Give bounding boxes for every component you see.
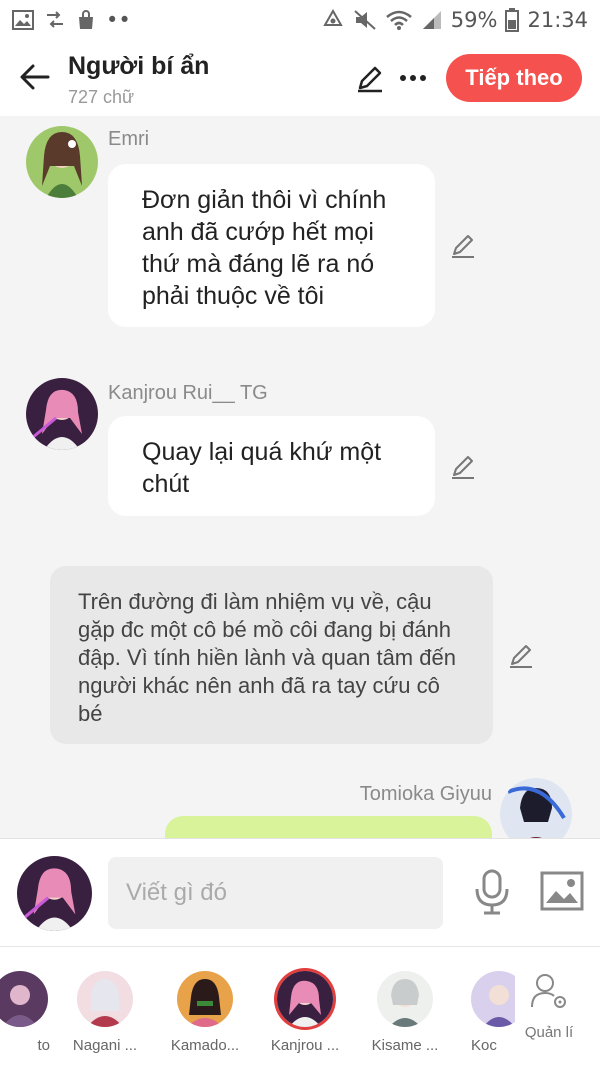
pencil-icon[interactable] — [354, 62, 386, 94]
character-chip-name: Kanjrou ... — [270, 1037, 340, 1054]
recycle-icon — [323, 9, 343, 26]
pencil-icon[interactable] — [448, 230, 478, 260]
character-chip-name: Kisame ... — [371, 1037, 439, 1054]
avatar[interactable] — [26, 126, 98, 198]
character-chip-selected[interactable]: Kanjrou ... — [255, 971, 355, 1054]
character-chip-name: Kamado... — [170, 1037, 240, 1054]
avatar — [471, 971, 515, 1027]
character-name: Emri — [108, 128, 150, 150]
character-chip-name: Koc — [471, 1037, 497, 1054]
avatar — [77, 971, 133, 1027]
character-name: Tomioka Giyuu — [359, 783, 492, 805]
status-dots: •• — [106, 8, 131, 32]
mute-icon — [354, 10, 376, 30]
character-chip[interactable]: Kamado... — [155, 971, 255, 1054]
character-chip-name: Nagani ... — [72, 1037, 138, 1054]
character-chip[interactable]: Nagani ... — [55, 971, 155, 1054]
bag-icon — [79, 10, 93, 29]
avatar — [377, 971, 433, 1027]
character-chip[interactable]: Koc — [455, 971, 515, 1054]
transfer-icon — [47, 11, 63, 28]
mic-icon[interactable] — [472, 869, 512, 915]
clock: 21:34 — [527, 8, 588, 32]
manage-button[interactable]: Quản lí — [514, 971, 584, 1041]
battery-icon — [505, 8, 520, 32]
character-portrait — [500, 778, 572, 838]
next-button[interactable]: Tiếp theo — [446, 54, 582, 102]
wifi-icon — [385, 10, 412, 30]
story-title: Người bí ẩn — [68, 52, 210, 80]
avatar[interactable] — [26, 378, 98, 450]
character-chip[interactable]: Kisame ... — [355, 971, 455, 1054]
gallery-icon[interactable] — [540, 871, 584, 911]
avatar — [0, 971, 48, 1027]
battery-percent: 59% — [450, 8, 498, 32]
message-bubble[interactable]: Quay lại quá khứ một chút — [108, 416, 435, 516]
character-bar: to Nagani ... Kamado... Kanjrou ... Kisa… — [0, 946, 600, 1067]
signal-icon — [422, 11, 441, 29]
message-bubble[interactable]: Đơn giản thôi vì chính anh đã cướp hết m… — [108, 164, 435, 327]
character-portrait — [17, 856, 92, 931]
avatar — [177, 971, 233, 1027]
pencil-icon[interactable] — [506, 640, 536, 670]
avatar[interactable] — [500, 778, 572, 838]
character-name: Kanjrou Rui__ TG — [108, 382, 268, 404]
manage-label: Quản lí — [524, 1024, 574, 1041]
more-icon[interactable] — [398, 68, 428, 88]
narration-block[interactable]: Trên đường đi làm nhiệm vụ về, cậu gặp đ… — [50, 566, 493, 744]
manage-user-icon — [531, 974, 566, 1008]
composer: Viết gì đó — [0, 838, 600, 946]
back-arrow-icon[interactable] — [18, 60, 52, 94]
message-bubble-own[interactable] — [165, 816, 492, 838]
pencil-icon[interactable] — [448, 451, 478, 481]
avatar — [277, 971, 333, 1027]
character-portrait — [26, 378, 98, 450]
message-input[interactable]: Viết gì đó — [108, 857, 443, 929]
story-header: Người bí ẩn 727 chữ Tiếp theo — [0, 40, 600, 116]
status-bar: •• 59% 21:34 — [0, 0, 600, 40]
image-icon — [12, 10, 34, 30]
chat-area[interactable]: Emri Đơn giản thôi vì chính anh đã cướp … — [0, 116, 600, 838]
avatar[interactable] — [17, 856, 92, 931]
character-portrait — [26, 126, 98, 198]
word-count: 727 chữ — [68, 87, 135, 107]
